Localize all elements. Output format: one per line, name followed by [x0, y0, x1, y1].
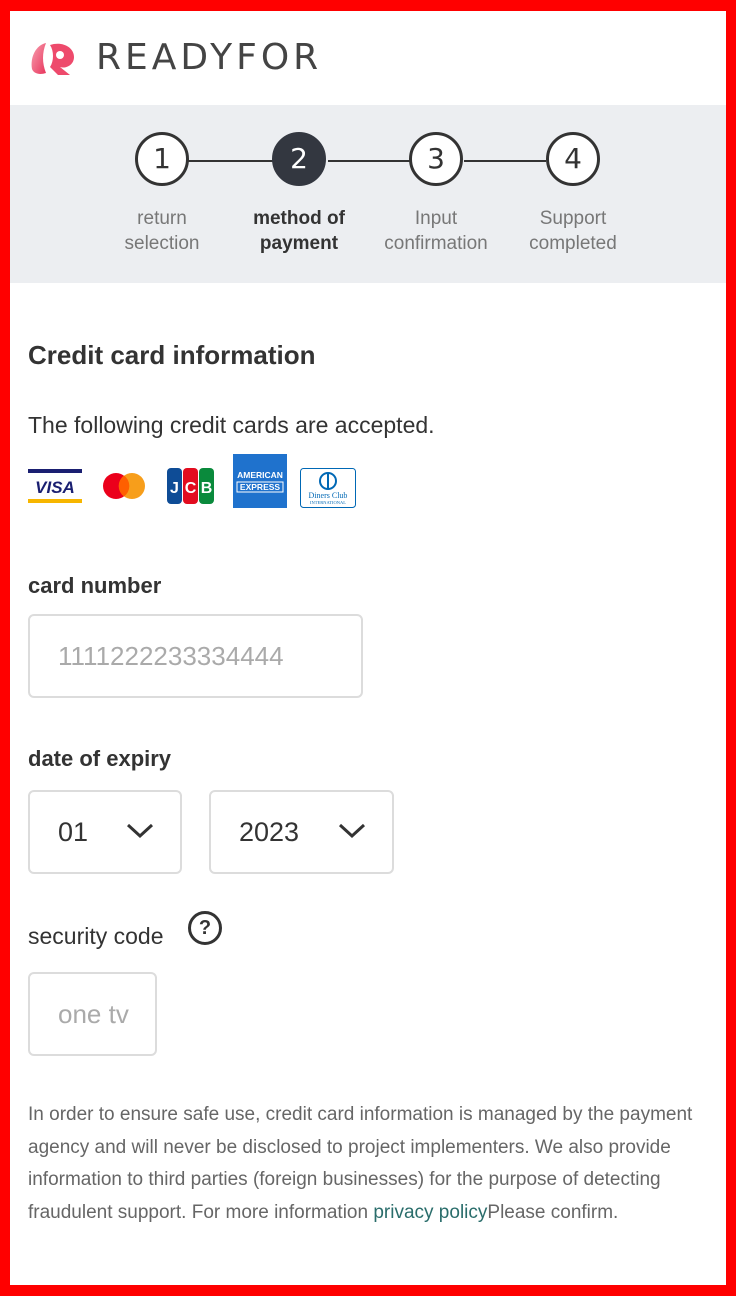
card-number-input[interactable]: 1111222233334444	[28, 614, 363, 698]
svg-text:Diners Club: Diners Club	[309, 491, 348, 500]
diners-club-card-icon: Diners Club INTERNATIONAL	[300, 468, 356, 508]
step-input-confirmation: 3 Input confirmation	[366, 132, 506, 256]
step-support-completed: 4 Support completed	[503, 132, 643, 256]
readyfor-logo-icon	[31, 43, 74, 75]
page-frame: READYFOR 1 return selection 2 method of …	[10, 11, 726, 1285]
progress-stepper: 1 return selection 2 method of payment 3…	[10, 105, 726, 283]
step-label: method of payment	[253, 208, 345, 254]
step-label: Input confirmation	[384, 208, 488, 254]
step-label: return selection	[124, 208, 200, 254]
svg-text:VISA: VISA	[35, 478, 75, 497]
svg-text:AMERICAN: AMERICAN	[237, 470, 283, 480]
svg-text:EXPRESS: EXPRESS	[240, 482, 280, 492]
section-title: Credit card information	[28, 340, 316, 370]
step-number: 4	[546, 132, 600, 186]
step-number: 3	[409, 132, 463, 186]
american-express-card-icon: AMERICAN EXPRESS	[233, 454, 287, 508]
step-method-of-payment: 2 method of payment	[229, 132, 369, 256]
header: READYFOR	[10, 11, 726, 105]
expiry-year-value: 2023	[239, 817, 300, 847]
mastercard-icon	[103, 473, 145, 499]
chevron-down-icon	[338, 823, 366, 839]
step-number: 2	[272, 132, 326, 186]
svg-text:J: J	[170, 480, 179, 497]
expiry-year-select[interactable]: 2023	[209, 790, 394, 874]
brand-wordmark: READYFOR	[96, 37, 323, 78]
step-label: Support completed	[529, 208, 617, 254]
card-number-label: card number	[28, 573, 162, 598]
accepted-cards-text: The following credit cards are accepted.	[28, 412, 435, 438]
question-mark-icon[interactable]: ?	[188, 911, 222, 945]
privacy-policy-link[interactable]: privacy policy	[373, 1202, 487, 1223]
expiry-month-value: 01	[58, 817, 89, 847]
svg-text:C: C	[185, 480, 197, 497]
expiry-label: date of expiry	[28, 746, 172, 771]
svg-text:INTERNATIONAL: INTERNATIONAL	[310, 500, 346, 505]
security-code-input[interactable]: one tv	[28, 972, 157, 1056]
security-code-label: security code	[28, 923, 164, 949]
jcb-card-icon: J C B	[167, 468, 214, 504]
svg-text:B: B	[201, 480, 213, 497]
chevron-down-icon	[126, 823, 154, 839]
step-return-selection: 1 return selection	[92, 132, 232, 256]
notice-after-text: Please confirm.	[487, 1201, 619, 1223]
visa-card-icon: VISA	[28, 469, 82, 503]
step-number: 1	[135, 132, 189, 186]
privacy-notice: In order to ensure safe use, credit card…	[28, 1099, 708, 1229]
expiry-month-select[interactable]: 01	[28, 790, 182, 874]
